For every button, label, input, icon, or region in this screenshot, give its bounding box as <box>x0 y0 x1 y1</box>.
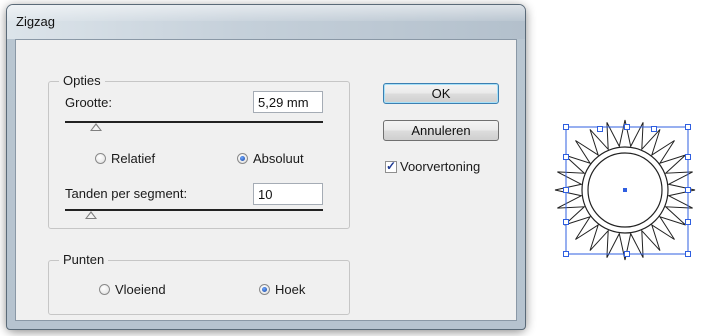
selection-handle[interactable] <box>651 126 657 132</box>
dialog-title: Zigzag <box>16 14 56 29</box>
size-label: Grootte: <box>65 95 112 110</box>
preview-checkbox[interactable]: ✓ Voorvertoning <box>385 159 480 174</box>
radio-vloeiend[interactable]: Vloeiend <box>99 282 166 297</box>
zigzag-preview-artwork <box>554 119 696 261</box>
opties-group: Opties Grootte: Relatief Absoluut Tanden… <box>48 73 350 229</box>
selection-handle[interactable] <box>563 187 569 193</box>
zigzag-dialog: Zigzag Opties Grootte: Relatief Absoluut… <box>6 4 526 330</box>
size-field[interactable] <box>253 91 323 113</box>
ridges-label: Tanden per segment: <box>65 186 188 201</box>
center-point <box>623 188 627 192</box>
selection-handle[interactable] <box>563 219 569 225</box>
dialog-body: Opties Grootte: Relatief Absoluut Tanden… <box>15 39 517 321</box>
selection-handle[interactable] <box>685 187 691 193</box>
size-slider-track[interactable] <box>65 121 323 123</box>
selection-handle[interactable] <box>685 251 691 257</box>
selection-handle[interactable] <box>685 219 691 225</box>
radio-absoluut[interactable]: Absoluut <box>237 151 304 166</box>
selection-handle[interactable] <box>563 251 569 257</box>
radio-absoluut-dot[interactable] <box>237 153 248 164</box>
title-bar[interactable]: Zigzag <box>7 5 525 39</box>
preview-checkbox-label: Voorvertoning <box>400 159 481 174</box>
selection-handle[interactable] <box>685 154 691 160</box>
preview-checkbox-box[interactable]: ✓ <box>385 158 397 173</box>
size-slider-thumb[interactable] <box>89 123 102 131</box>
ridges-slider-thumb[interactable] <box>84 211 97 219</box>
selection-handle[interactable] <box>563 124 569 130</box>
ridges-field[interactable] <box>253 183 323 205</box>
cancel-button[interactable]: Annuleren <box>383 120 499 141</box>
radio-relatief-dot[interactable] <box>95 153 106 164</box>
radio-vloeiend-label: Vloeiend <box>115 282 166 297</box>
selection-handle[interactable] <box>597 126 603 132</box>
selection-handle[interactable] <box>563 154 569 160</box>
radio-relatief[interactable]: Relatief <box>95 151 155 166</box>
radio-relatief-label: Relatief <box>111 151 156 166</box>
radio-hoek-dot[interactable] <box>259 284 270 295</box>
selection-handle[interactable] <box>624 251 630 257</box>
punten-legend: Punten <box>59 252 109 267</box>
radio-hoek-label: Hoek <box>275 282 306 297</box>
ridges-slider-track[interactable] <box>65 209 323 211</box>
checkmark-icon: ✓ <box>386 158 397 173</box>
opties-legend: Opties <box>59 73 105 88</box>
selection-handle[interactable] <box>624 124 630 130</box>
punten-group: Punten Vloeiend Hoek <box>48 252 350 315</box>
ok-button[interactable]: OK <box>383 83 499 104</box>
radio-absoluut-label: Absoluut <box>253 151 304 166</box>
radio-hoek[interactable]: Hoek <box>259 282 305 297</box>
selection-handle[interactable] <box>685 124 691 130</box>
radio-vloeiend-dot[interactable] <box>99 284 110 295</box>
